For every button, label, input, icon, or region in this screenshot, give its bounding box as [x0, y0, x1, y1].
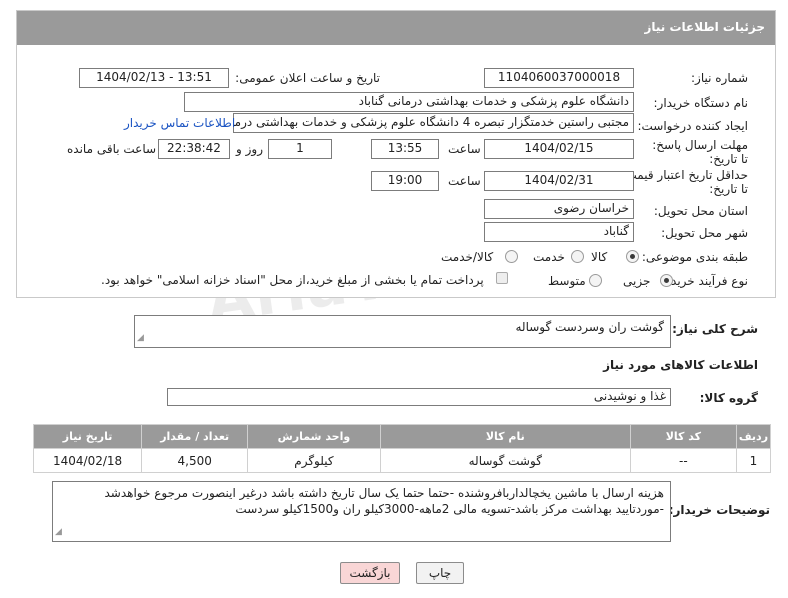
- remaining-time-field[interactable]: 22:38:42: [158, 139, 230, 159]
- cell-row-number: 1: [735, 448, 772, 473]
- category-goods-service-radio[interactable]: [505, 250, 518, 263]
- price-validity-date-field[interactable]: 1404/02/31: [484, 171, 634, 191]
- category-goods-label: کالا: [591, 250, 608, 264]
- table-row[interactable]: 1 -- گوشت گوساله کیلوگرم 4,500 1404/02/1…: [32, 448, 772, 473]
- buyer-notes-label: توضیحات خریدار:: [668, 503, 770, 517]
- resize-handle-icon[interactable]: ◢: [55, 524, 62, 540]
- resize-handle-icon[interactable]: ◢: [137, 330, 144, 346]
- need-number-field[interactable]: 1104060037000018: [484, 68, 634, 88]
- deadline-time-field[interactable]: 13:55: [371, 139, 439, 159]
- deadline-label: مهلت ارسال پاسخ: تا تاریخ:: [652, 138, 748, 166]
- days-label: روز و: [236, 142, 263, 156]
- deadline-time-label: ساعت: [448, 142, 481, 156]
- announce-date-label: تاریخ و ساعت اعلان عمومی:: [235, 71, 380, 85]
- panel-title: جزئیات اطلاعات نیاز: [17, 11, 775, 45]
- category-label: طبقه بندی موضوعی:: [641, 250, 748, 264]
- price-validity-time-label: ساعت: [448, 174, 481, 188]
- col-unit: واحد شمارش: [247, 424, 381, 449]
- back-button[interactable]: بازگشت: [340, 562, 400, 584]
- description-label: شرح کلی نیاز:: [672, 322, 758, 336]
- col-item-code: کد کالا: [629, 424, 737, 449]
- category-service-label: خدمت: [533, 250, 565, 264]
- deadline-date-field[interactable]: 1404/02/15: [484, 139, 634, 159]
- creator-label: ایجاد کننده درخواست:: [637, 119, 748, 133]
- description-textarea[interactable]: گوشت ران وسردست گوساله ◢: [134, 315, 671, 348]
- process-medium-label: متوسط: [548, 274, 586, 288]
- days-field[interactable]: 1: [268, 139, 332, 159]
- treasury-payment-note: پرداخت تمام یا بخشی از مبلغ خرید،از محل …: [101, 273, 484, 287]
- need-number-label: شماره نیاز:: [691, 71, 748, 85]
- goods-group-field[interactable]: غذا و نوشیدنی: [167, 388, 671, 406]
- buyer-notes-text: هزینه ارسال با ماشین یخچالداربافروشنده -…: [104, 486, 664, 516]
- process-minor-radio[interactable]: [660, 274, 673, 287]
- category-goods-service-label: کالا/خدمت: [441, 250, 494, 264]
- price-validity-label: حداقل تاریخ اعتبار قیمت: تا تاریخ:: [621, 168, 748, 196]
- goods-section-title: اطلاعات کالاهای مورد نیاز: [603, 358, 758, 372]
- treasury-payment-checkbox[interactable]: [496, 272, 508, 284]
- cell-unit: کیلوگرم: [247, 448, 381, 473]
- process-minor-label: جزیی: [623, 274, 651, 288]
- col-need-date: تاریخ نیاز: [32, 424, 143, 449]
- col-row-number: ردیف: [735, 424, 772, 449]
- cell-quantity: 4,500: [141, 448, 249, 473]
- goods-table: ردیف کد کالا نام کالا واحد شمارش تعداد /…: [32, 424, 772, 473]
- buyer-contact-link[interactable]: اطلاعات تماس خریدار: [124, 116, 235, 130]
- description-text: گوشت ران وسردست گوساله: [515, 320, 665, 334]
- category-goods-radio[interactable]: [626, 250, 639, 263]
- province-field[interactable]: خراسان رضوی: [484, 199, 634, 219]
- cell-item-name: گوشت گوساله: [379, 448, 631, 473]
- print-button[interactable]: چاپ: [416, 562, 464, 584]
- buyer-notes-textarea[interactable]: هزینه ارسال با ماشین یخچالداربافروشنده -…: [52, 481, 671, 542]
- process-type-label: نوع فرآیند خرید :: [663, 274, 748, 288]
- cell-item-code: --: [629, 448, 737, 473]
- buyer-org-label: نام دستگاه خریدار:: [653, 96, 749, 110]
- city-label: شهر محل تحویل:: [661, 226, 748, 240]
- province-label: استان محل تحویل:: [653, 204, 748, 218]
- buyer-org-field[interactable]: دانشگاه علوم پزشکی و خدمات بهداشتی درمان…: [184, 92, 634, 112]
- col-quantity: تعداد / مقدار: [141, 424, 249, 449]
- col-item-name: نام کالا: [379, 424, 631, 449]
- process-medium-radio[interactable]: [589, 274, 602, 287]
- creator-field[interactable]: مجتبی راستین خدمتگزار تبصره 4 دانشگاه عل…: [233, 113, 634, 133]
- price-validity-time-field[interactable]: 19:00: [371, 171, 439, 191]
- announce-date-field[interactable]: 1404/02/13 - 13:51: [79, 68, 229, 88]
- category-service-radio[interactable]: [571, 250, 584, 263]
- city-field[interactable]: گناباد: [484, 222, 634, 242]
- cell-need-date: 1404/02/18: [32, 448, 143, 473]
- goods-group-label: گروه کالا:: [699, 391, 758, 405]
- remaining-time-label: ساعت باقی مانده: [67, 142, 157, 156]
- table-header-row: ردیف کد کالا نام کالا واحد شمارش تعداد /…: [32, 424, 772, 449]
